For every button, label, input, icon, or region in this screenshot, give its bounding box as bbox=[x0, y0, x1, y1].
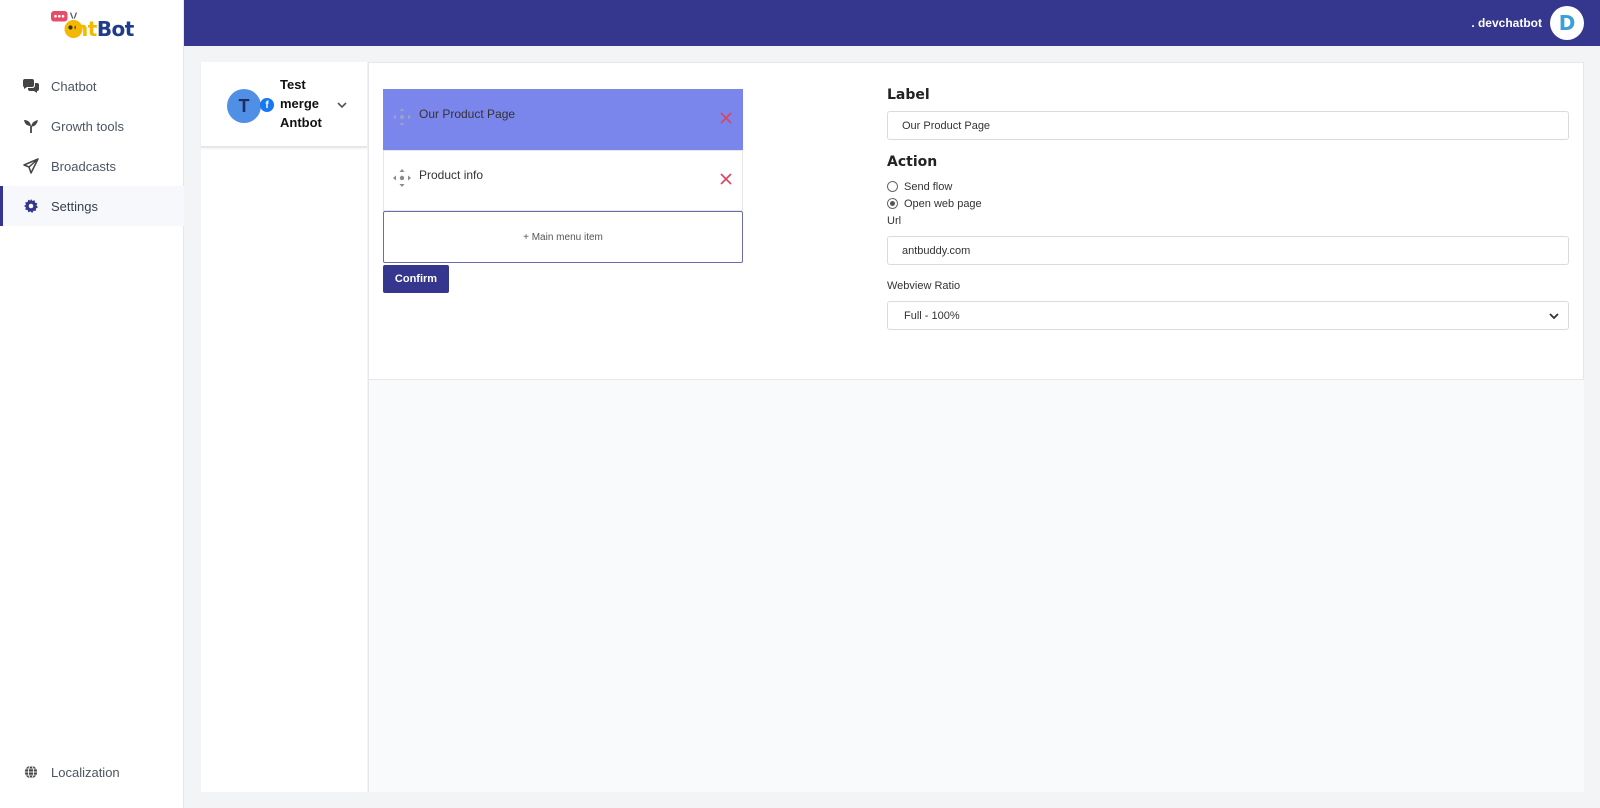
url-label: Url bbox=[887, 215, 902, 227]
menu-list: Our Product Page Product info + Main men… bbox=[383, 89, 743, 263]
sidebar-item-label: Broadcasts bbox=[51, 158, 117, 174]
label-input-value: Our Product Page bbox=[902, 119, 991, 132]
paper-plane-icon bbox=[22, 157, 40, 175]
radio-label: Open web page bbox=[904, 197, 982, 210]
sidebar-item-growth-tools[interactable]: Growth tools bbox=[0, 106, 184, 146]
page-initial: T bbox=[238, 95, 250, 116]
action-heading: Action bbox=[887, 154, 938, 170]
sidebar-item-broadcasts[interactable]: Broadcasts bbox=[0, 146, 184, 186]
page-name: Test merge Antbot bbox=[280, 77, 322, 130]
url-input-value: antbuddy.com bbox=[902, 244, 971, 257]
menu-item[interactable]: Our Product Page bbox=[383, 89, 743, 150]
add-main-menu-item-button[interactable]: + Main menu item bbox=[383, 211, 743, 263]
globe-icon bbox=[22, 763, 40, 781]
sidebar-item-label: Chatbot bbox=[51, 78, 97, 94]
page-panel: T f Test merge Antbot bbox=[201, 62, 367, 792]
sidebar: ntBot Chatbot Growth tools Broadcasts Se… bbox=[0, 0, 184, 808]
menu-item-label: Product info bbox=[419, 168, 484, 182]
webview-ratio-value: Full - 100% bbox=[904, 309, 960, 322]
close-icon[interactable] bbox=[718, 110, 734, 126]
radio-button[interactable] bbox=[887, 198, 898, 209]
avatar[interactable]: D bbox=[1550, 6, 1584, 40]
menu-item-label: Our Product Page bbox=[419, 107, 516, 121]
confirm-button[interactable]: Confirm bbox=[383, 265, 449, 293]
label-heading: Label bbox=[887, 87, 930, 103]
sidebar-nav: Chatbot Growth tools Broadcasts Settings bbox=[0, 66, 184, 226]
user-menu[interactable]: . devchatbot D bbox=[1471, 6, 1584, 40]
antbot-logo[interactable]: ntBot bbox=[44, 8, 144, 44]
radio-open-web-page[interactable]: Open web page bbox=[887, 195, 1569, 212]
label-input[interactable]: Our Product Page bbox=[887, 111, 1569, 140]
menu-item[interactable]: Product info bbox=[383, 150, 743, 211]
url-input[interactable]: antbuddy.com bbox=[887, 236, 1569, 265]
sidebar-item-label: Localization bbox=[51, 764, 120, 780]
sidebar-item-chatbot[interactable]: Chatbot bbox=[0, 66, 184, 106]
sidebar-item-label: Growth tools bbox=[51, 118, 124, 134]
avatar-letter: D bbox=[1558, 11, 1576, 35]
menu-item-form: Label Our Product Page Action Send flow … bbox=[887, 87, 1569, 330]
radio-send-flow[interactable]: Send flow bbox=[887, 178, 1569, 195]
page-avatar: T bbox=[227, 89, 261, 123]
topbar: . devchatbot D bbox=[184, 0, 1600, 46]
radio-button[interactable] bbox=[887, 181, 898, 192]
facebook-icon: f bbox=[260, 98, 274, 112]
close-icon[interactable] bbox=[718, 171, 734, 187]
sidebar-item-settings[interactable]: Settings bbox=[0, 186, 184, 226]
chevron-down-icon[interactable] bbox=[335, 98, 349, 112]
drag-handle-icon[interactable] bbox=[392, 168, 412, 188]
radio-label: Send flow bbox=[904, 180, 953, 193]
username: . devchatbot bbox=[1471, 16, 1542, 30]
logo-text: ntBot bbox=[74, 17, 134, 41]
page-selector[interactable]: T f Test merge Antbot bbox=[201, 62, 367, 148]
menu-editor-card: Our Product Page Product info + Main men… bbox=[368, 62, 1584, 380]
gear-icon bbox=[22, 197, 40, 215]
drag-handle-icon[interactable] bbox=[392, 107, 412, 127]
sidebar-item-label: Settings bbox=[51, 198, 98, 214]
webview-ratio-label: Webview Ratio bbox=[887, 280, 961, 292]
chat-bubbles-icon bbox=[22, 77, 40, 95]
chevron-down-icon bbox=[1549, 313, 1559, 320]
content-area bbox=[368, 380, 1584, 792]
webview-ratio-select[interactable]: Full - 100% bbox=[887, 301, 1569, 330]
sidebar-bottom: Localization bbox=[0, 752, 184, 792]
sidebar-item-localization[interactable]: Localization bbox=[0, 752, 184, 792]
sprout-icon bbox=[22, 117, 40, 135]
